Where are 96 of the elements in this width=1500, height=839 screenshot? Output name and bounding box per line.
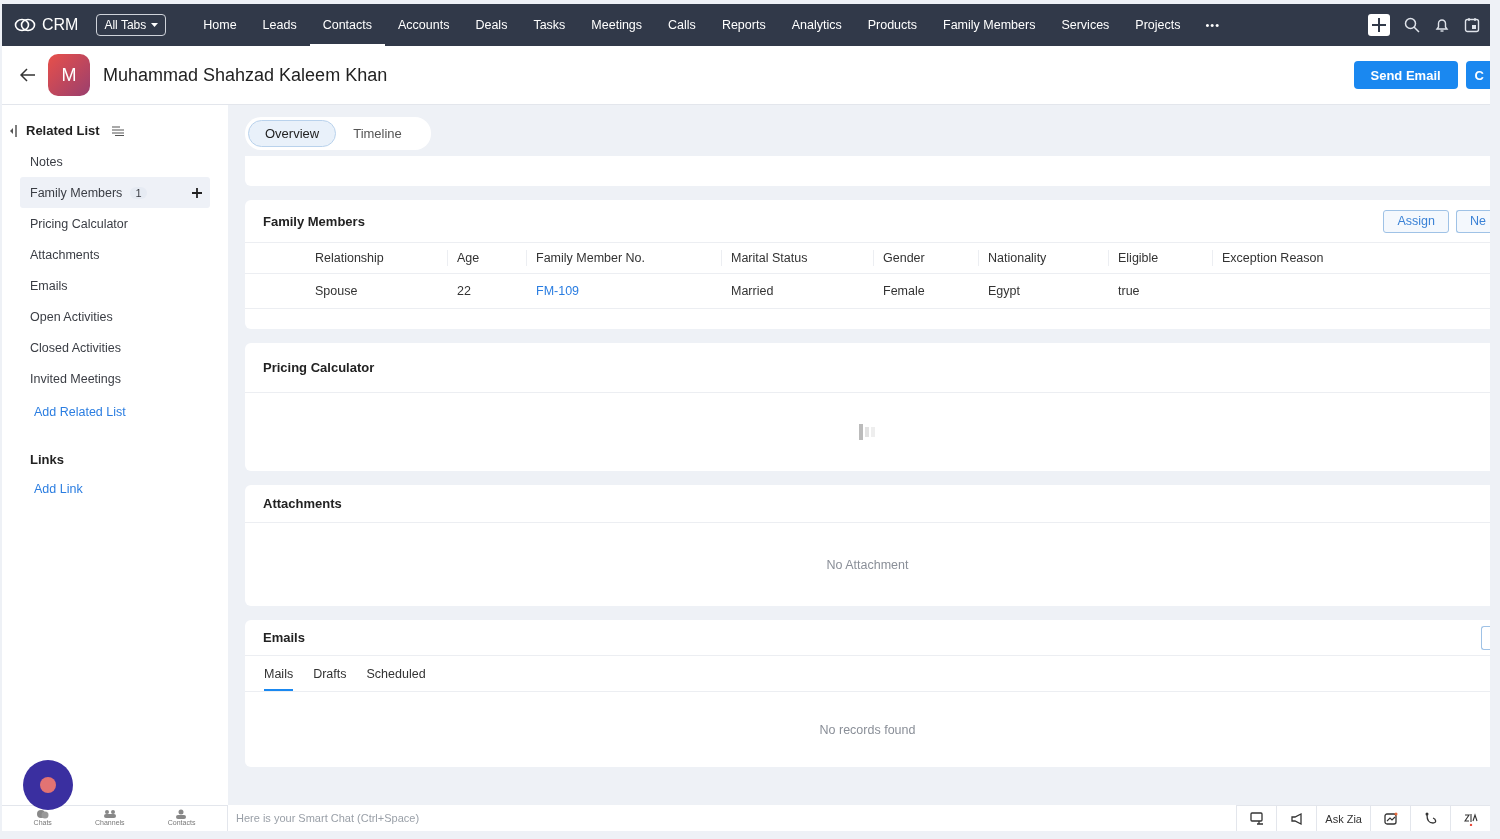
record-link[interactable]: FM-109	[536, 284, 580, 298]
bell-icon[interactable]	[1434, 17, 1450, 33]
card-button[interactable]: Ne	[1456, 209, 1490, 233]
add-link-link[interactable]: Add Link	[34, 479, 210, 499]
related-list-item[interactable]: Notes	[20, 146, 210, 177]
person-icon	[174, 809, 189, 819]
more-tabs-button[interactable]: •••	[1193, 19, 1233, 31]
column-header: Gender	[873, 243, 978, 274]
empty-message: No Attachment	[826, 557, 909, 572]
search-icon[interactable]	[1404, 17, 1420, 33]
item-label: Closed Activities	[30, 340, 121, 355]
nav-tab[interactable]: Projects	[1122, 4, 1194, 46]
back-arrow-icon[interactable]	[20, 68, 36, 82]
caret-icon	[151, 23, 159, 27]
related-list-item[interactable]: Closed Activities	[20, 332, 210, 363]
column-header: Nationality	[978, 243, 1108, 274]
related-list-item[interactable]: Attachments	[20, 239, 210, 270]
screen-button[interactable]	[1236, 805, 1277, 831]
nav-tab[interactable]: Meetings	[578, 4, 656, 46]
column-header: Age	[447, 243, 526, 274]
related-list-item[interactable]: Invited Meetings	[20, 363, 210, 394]
nav-tab[interactable]: Reports	[708, 4, 779, 46]
related-list-item[interactable]: Pricing Calculator	[20, 208, 210, 239]
item-label: Invited Meetings	[30, 371, 122, 386]
card-title: Family Members	[263, 213, 365, 229]
nav-tab[interactable]: Family Members	[930, 4, 1049, 46]
table-cell: Spouse	[315, 284, 358, 298]
count-badge: 1	[130, 186, 147, 199]
nav-tab[interactable]: Services	[1048, 4, 1123, 46]
table-cell: Married	[731, 284, 774, 298]
email-tab[interactable]: Scheduled	[366, 656, 426, 691]
header-button[interactable]: C	[1465, 61, 1490, 89]
related-list-item[interactable]: Family Members 1	[20, 177, 210, 208]
item-label: Notes	[30, 154, 63, 169]
nav-tab[interactable]: Home	[190, 4, 250, 46]
header-button[interactable]: Send Email	[1353, 61, 1458, 89]
add-related-list-link[interactable]: Add Related List	[34, 402, 210, 422]
card-button[interactable]: Assign	[1383, 209, 1449, 233]
table-cell: Female	[883, 284, 925, 298]
email-tab[interactable]: Mails	[264, 656, 294, 691]
table-cell: true	[1118, 284, 1140, 298]
chart-button[interactable]	[1370, 805, 1410, 831]
loading-icon	[858, 424, 877, 440]
card-title: Pricing Calculator	[263, 360, 375, 375]
item-label: Family Members	[30, 185, 123, 200]
chat-bubble-icon	[35, 809, 50, 819]
calendar-icon[interactable]	[1464, 17, 1480, 33]
nav-tab[interactable]: Tasks	[520, 4, 579, 46]
zia-logo-button[interactable]	[1450, 805, 1490, 831]
collapse-panel-icon[interactable]	[10, 124, 18, 137]
card-title: Attachments	[263, 496, 342, 511]
item-label: Open Activities	[30, 309, 113, 324]
item-label: Pricing Calculator	[30, 216, 128, 231]
path-button[interactable]	[1410, 805, 1450, 831]
record-name: Muhammad Shahzad Kaleem Khan	[103, 64, 388, 86]
view-tab[interactable]: Timeline	[336, 120, 419, 147]
related-list-item[interactable]: Open Activities	[20, 301, 210, 332]
screen-icon	[1249, 811, 1264, 826]
email-tab[interactable]: Drafts	[313, 656, 347, 691]
list-icon[interactable]	[111, 125, 124, 136]
zia-logo-icon	[1463, 811, 1478, 826]
nav-tab[interactable]: Analytics	[778, 4, 855, 46]
related-list-item[interactable]: Emails	[20, 270, 210, 301]
column-header: Exception Reason	[1212, 243, 1490, 274]
avatar: M	[48, 54, 90, 96]
links-title: Links	[30, 452, 65, 467]
column-header: Eligible	[1108, 243, 1212, 274]
megaphone-icon	[1289, 811, 1304, 826]
plus-icon[interactable]	[192, 187, 202, 198]
item-label: Attachments	[30, 247, 100, 262]
add-icon[interactable]	[1368, 14, 1390, 36]
nav-tab[interactable]: Products	[854, 4, 931, 46]
chart-icon	[1383, 811, 1398, 826]
nav-tab[interactable]: Deals	[462, 4, 521, 46]
empty-message: No records found	[819, 722, 916, 737]
smart-chat-field[interactable]: Here is your Smart Chat (Ctrl+Space)	[228, 805, 1237, 831]
path-icon	[1423, 811, 1438, 826]
column-header: Marital Status	[721, 243, 873, 274]
card-title: Emails	[263, 630, 305, 645]
related-list-title: Related List	[26, 123, 100, 138]
record-button[interactable]	[23, 760, 73, 810]
column-header: Family Member No.	[526, 243, 721, 274]
view-tab[interactable]: Overview	[248, 120, 337, 147]
app-name: CRM	[42, 16, 79, 34]
ask-zia-button[interactable]: Ask Zia	[1316, 805, 1370, 831]
column-header: Relationship	[245, 243, 447, 274]
table-cell: 22	[457, 284, 471, 298]
nav-tab[interactable]: Accounts	[385, 4, 463, 46]
item-label: Emails	[30, 278, 68, 293]
table-cell: Egypt	[988, 284, 1020, 298]
nav-tab[interactable]: Calls	[655, 4, 709, 46]
people-icon	[102, 809, 117, 819]
all-tabs-dropdown[interactable]: All Tabs	[96, 14, 167, 36]
nav-tab[interactable]: Leads	[249, 4, 310, 46]
megaphone-button[interactable]	[1276, 805, 1317, 831]
crm-logo-icon	[14, 18, 36, 32]
